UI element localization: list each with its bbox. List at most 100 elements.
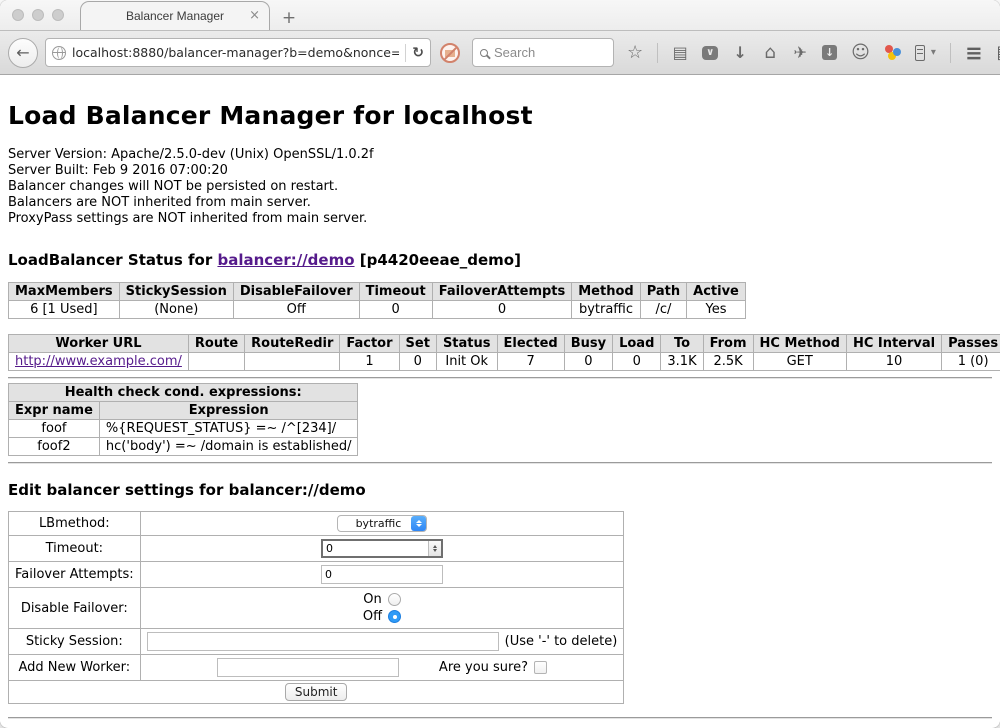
search-input[interactable] (494, 45, 594, 60)
timeout-input[interactable] (323, 541, 428, 556)
balancer-value-cell: Yes (687, 301, 746, 319)
confirm-group: Are you sure? (439, 660, 547, 675)
toolbar-icons: ☆ ▤ ∨ ↓ ⌂ ✈ ↓ ☺ ▾ ≡ ▦ (627, 41, 1000, 65)
worker-value-cell (188, 353, 244, 371)
worker-header-cell: Busy (564, 335, 612, 353)
add-worker-label: Add New Worker: (9, 655, 141, 681)
submit-button[interactable]: Submit (285, 683, 348, 701)
worker-header-cell: Worker URL (9, 335, 189, 353)
minimize-window-button[interactable] (32, 9, 44, 21)
inherit-note-line: Balancers are NOT inherited from main se… (8, 195, 992, 211)
failover-attempts-label: Failover Attempts: (9, 562, 141, 588)
tab-title: Balancer Manager (126, 9, 224, 23)
health-table-title: Health check cond. expressions: (9, 384, 358, 402)
worker-header-cell: HC Method (753, 335, 846, 353)
home-icon[interactable]: ⌂ (762, 45, 778, 61)
zoom-window-button[interactable] (52, 9, 64, 21)
balancer-header-cell: Method (572, 283, 640, 301)
worker-header-cell: From (703, 335, 753, 353)
page-content: Load Balancer Manager for localhost Serv… (0, 75, 1000, 727)
back-button[interactable]: ← (8, 38, 38, 68)
balancer-header-row: MaxMembersStickySessionDisableFailoverTi… (9, 283, 746, 301)
worker-url-link[interactable]: http://www.example.com/ (15, 354, 182, 369)
search-bar[interactable] (472, 38, 614, 67)
sidebar-grid-icon[interactable]: ▦ (997, 42, 1000, 63)
pocket-icon[interactable]: ∨ (702, 46, 718, 60)
failover-attempts-input[interactable] (321, 565, 443, 584)
save-arrow: ↓ (825, 46, 834, 59)
status-heading-prefix: LoadBalancer Status for (8, 251, 217, 269)
failover-attempts-cell (140, 562, 624, 588)
worker-value-cell: 0 (613, 353, 661, 371)
worker-header-cell: To (661, 335, 703, 353)
balancer-value-row: 6 [1 Used](None)Off00bytraffic/c/Yes (9, 301, 746, 319)
url-text[interactable]: localhost:8880/balancer-manager?b=demo&n… (72, 45, 399, 60)
bookmark-star-icon[interactable]: ☆ (627, 45, 643, 61)
balancer-settings-form: LBmethod: bytraffic Timeout: (8, 511, 624, 704)
add-worker-input[interactable] (217, 658, 399, 677)
balancer-header-cell: Active (687, 283, 746, 301)
disable-failover-label: Disable Failover: (9, 588, 141, 629)
extension-palette-icon[interactable] (884, 45, 901, 61)
worker-value-cell: 7 (497, 353, 564, 371)
select-arrows-icon (411, 516, 426, 531)
worker-value-cell (245, 353, 340, 371)
worker-url-cell: http://www.example.com/ (9, 353, 189, 371)
back-icon: ← (16, 43, 29, 62)
balancer-header-cell: FailoverAttempts (432, 283, 572, 301)
hello-chat-icon[interactable]: ☺ (851, 45, 870, 61)
device-sync-icon[interactable] (915, 45, 925, 61)
save-page-icon[interactable]: ↓ (822, 45, 837, 60)
worker-value-cell: 1 (0) (942, 353, 1000, 371)
failover-on-radio[interactable] (388, 593, 401, 606)
urlbar-divider (405, 44, 406, 62)
browser-tab[interactable]: Balancer Manager × (80, 1, 270, 30)
lbmethod-label: LBmethod: (9, 512, 141, 536)
confirm-checkbox[interactable] (534, 661, 547, 674)
close-window-button[interactable] (12, 9, 24, 21)
expr-value-cell: %{REQUEST_STATUS} =~ /^[234]/ (99, 420, 358, 438)
balancer-value-cell: bytraffic (572, 301, 640, 319)
balancer-value-cell: /c/ (640, 301, 686, 319)
worker-header-row: Worker URLRouteRouteRedirFactorSetStatus… (9, 335, 1000, 353)
submit-cell: Submit (9, 681, 624, 704)
reload-button[interactable]: ↻ (412, 45, 424, 61)
pocket-chevron: ∨ (706, 47, 714, 58)
downloads-icon[interactable]: ↓ (732, 45, 748, 61)
balancer-header-cell: Timeout (359, 283, 432, 301)
titlebar: Balancer Manager × + (0, 0, 1000, 30)
timeout-input-wrap (321, 539, 443, 558)
sticky-session-cell: (Use '-' to delete) (140, 629, 624, 655)
worker-header-cell: Passes (942, 335, 1000, 353)
server-info: Server Version: Apache/2.5.0-dev (Unix) … (8, 147, 992, 227)
lbmethod-select[interactable]: bytraffic (337, 515, 428, 532)
balancer-demo-link[interactable]: balancer://demo (217, 251, 354, 269)
status-heading-suffix: [p4420eeae_demo] (355, 251, 521, 269)
health-header-row: Expr nameExpression (9, 402, 358, 420)
worker-header-cell: HC Interval (846, 335, 941, 353)
menu-icon[interactable]: ≡ (965, 41, 983, 65)
disable-failover-cell: On Off (140, 588, 624, 629)
navigation-toolbar: ← localhost:8880/balancer-manager?b=demo… (0, 30, 1000, 75)
reading-list-icon[interactable]: ▤ (672, 45, 688, 61)
balancer-status-table: MaxMembersStickySessionDisableFailoverTi… (8, 282, 746, 319)
failover-off-radio[interactable] (388, 610, 401, 623)
chevron-down-icon[interactable]: ▾ (931, 47, 936, 58)
expr-name-cell: foof2 (9, 438, 100, 456)
number-stepper-icon[interactable] (428, 541, 441, 556)
content-blocked-icon[interactable] (440, 43, 460, 63)
radio-line-off: Off (147, 608, 618, 625)
new-tab-button[interactable]: + (276, 8, 302, 28)
sticky-session-input[interactable] (147, 632, 499, 651)
radio-on-label: On (363, 592, 381, 607)
send-tab-icon[interactable]: ✈ (792, 45, 808, 61)
loadbalancer-status-heading: LoadBalancer Status for balancer://demo … (8, 251, 992, 269)
sticky-session-label: Sticky Session: (9, 629, 141, 655)
tab-close-icon[interactable]: × (249, 8, 260, 23)
worker-header-cell: Load (613, 335, 661, 353)
health-header-cell: Expression (99, 402, 358, 420)
url-bar[interactable]: localhost:8880/balancer-manager?b=demo&n… (45, 38, 431, 67)
submit-row: Submit (9, 681, 624, 704)
balancer-header-cell: DisableFailover (233, 283, 359, 301)
search-icon (480, 49, 488, 57)
